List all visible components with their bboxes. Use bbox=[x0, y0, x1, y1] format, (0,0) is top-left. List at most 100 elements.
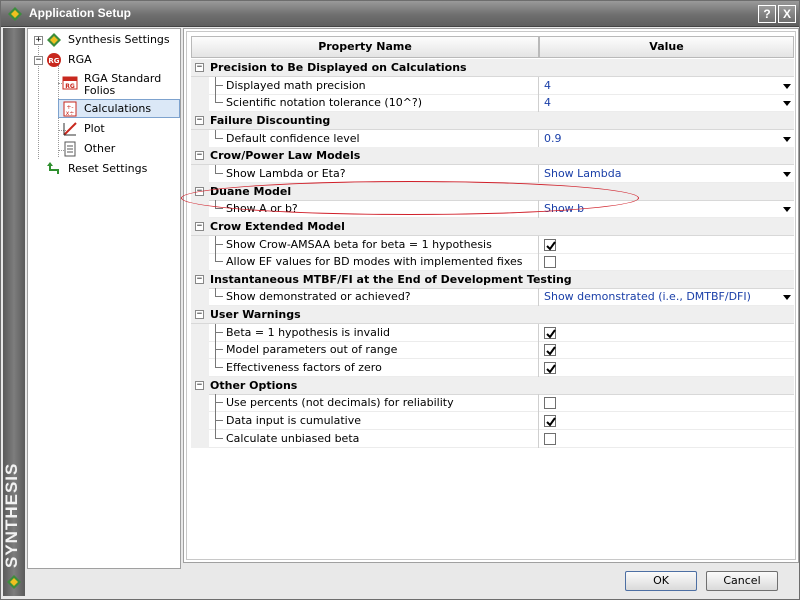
help-button[interactable]: ? bbox=[758, 5, 776, 23]
tree-item-label: Synthesis Settings bbox=[68, 33, 170, 46]
property-row[interactable]: Displayed math precision 4 bbox=[191, 76, 794, 95]
category-label: Crow Extended Model bbox=[210, 219, 345, 233]
property-row[interactable]: Calculate unbiased beta bbox=[191, 429, 794, 448]
collapse-icon[interactable]: − bbox=[195, 310, 204, 320]
property-name: Scientific notation tolerance (10^?) bbox=[226, 96, 423, 110]
svg-text:x÷: x÷ bbox=[66, 110, 75, 117]
property-row[interactable]: Model parameters out of range bbox=[191, 341, 794, 360]
dropdown-arrow-icon[interactable] bbox=[783, 207, 791, 213]
tree-item-label: Plot bbox=[84, 122, 105, 135]
checkbox-checked[interactable] bbox=[544, 415, 556, 427]
tree-item-label: Calculations bbox=[84, 102, 152, 115]
tree-item-label: Other bbox=[84, 142, 116, 155]
settings-tree: + Synthesis Settings − RG RGA RG RGA Sta… bbox=[27, 28, 181, 569]
property-value-select[interactable]: Show b bbox=[544, 202, 584, 215]
collapse-icon[interactable]: − bbox=[195, 380, 204, 390]
dropdown-arrow-icon[interactable] bbox=[783, 136, 791, 142]
checkmark-icon bbox=[546, 240, 556, 251]
category-row[interactable]: − Other Options bbox=[191, 376, 794, 395]
checkbox-checked[interactable] bbox=[544, 362, 556, 375]
dropdown-arrow-icon[interactable] bbox=[783, 295, 791, 301]
checkmark-icon bbox=[546, 346, 556, 356]
synthesis-logo-icon bbox=[47, 33, 61, 47]
category-row[interactable]: − Duane Model bbox=[191, 182, 794, 201]
category-row[interactable]: − Crow/Power Law Models bbox=[191, 147, 794, 166]
property-name: Displayed math precision bbox=[226, 78, 366, 92]
dropdown-arrow-icon[interactable] bbox=[783, 171, 791, 177]
tree-item-other[interactable]: Other bbox=[28, 140, 178, 158]
plot-icon bbox=[63, 122, 77, 136]
reset-icon bbox=[47, 162, 59, 174]
collapse-icon[interactable]: − bbox=[195, 151, 204, 161]
dropdown-arrow-icon[interactable] bbox=[783, 83, 791, 89]
property-value-select[interactable]: 0.9 bbox=[544, 132, 562, 145]
property-name: Use percents (not decimals) for reliabil… bbox=[226, 396, 454, 410]
expand-icon[interactable]: + bbox=[34, 36, 43, 45]
property-name: Calculate unbiased beta bbox=[226, 431, 360, 445]
property-row[interactable]: Show demonstrated or achieved? Show demon… bbox=[191, 288, 794, 307]
tree-item-reset-settings[interactable]: Reset Settings bbox=[28, 160, 178, 178]
checkmark-icon bbox=[546, 364, 556, 374]
collapse-icon[interactable]: − bbox=[34, 56, 43, 65]
property-row[interactable]: Scientific notation tolerance (10^?) 4 bbox=[191, 94, 794, 113]
property-row[interactable]: Show Lambda or Eta? Show Lambda bbox=[191, 164, 794, 183]
property-name: Show A or b? bbox=[226, 202, 298, 216]
property-name: Data input is cumulative bbox=[226, 414, 361, 427]
property-row[interactable]: Data input is cumulative bbox=[191, 412, 794, 430]
tree-item-plot[interactable]: Plot bbox=[28, 120, 178, 138]
tree-item-label-line2: Folios bbox=[84, 84, 116, 97]
checkmark-icon bbox=[546, 329, 556, 339]
property-row[interactable]: Default confidence level 0.9 bbox=[191, 129, 794, 148]
property-row[interactable]: Show Crow-AMSAA beta for beta = 1 hypoth… bbox=[191, 235, 794, 254]
checkbox-checked[interactable] bbox=[544, 326, 556, 339]
tree-item-rga[interactable]: − RG RGA bbox=[28, 51, 178, 69]
category-row[interactable]: − Instantaneous MTBF/FI at the End of Dev… bbox=[191, 270, 794, 289]
property-name: Allow EF values for BD modes with implem… bbox=[226, 255, 523, 269]
property-value-select[interactable]: 4 bbox=[544, 79, 551, 92]
category-label: Other Options bbox=[210, 378, 298, 392]
checkbox-unchecked[interactable] bbox=[544, 432, 556, 445]
tree-item-label: Reset Settings bbox=[68, 162, 148, 175]
collapse-icon[interactable]: − bbox=[195, 186, 204, 196]
collapse-icon[interactable]: − bbox=[195, 274, 204, 284]
ok-button[interactable]: OK bbox=[625, 571, 697, 591]
property-row[interactable]: Use percents (not decimals) for reliabil… bbox=[191, 394, 794, 413]
brand-wordmark: SYNTHESIS bbox=[2, 462, 21, 568]
property-name: Model parameters out of range bbox=[226, 343, 398, 357]
cancel-button[interactable]: Cancel bbox=[706, 571, 778, 591]
dropdown-arrow-icon[interactable] bbox=[783, 101, 791, 107]
checkbox-checked[interactable] bbox=[544, 238, 556, 251]
property-name: Show Crow-AMSAA beta for beta = 1 hypoth… bbox=[226, 237, 492, 251]
category-label: Instantaneous MTBF/FI at the End of Deve… bbox=[210, 272, 572, 286]
collapse-icon[interactable]: − bbox=[195, 63, 204, 72]
property-value-select[interactable]: 4 bbox=[544, 96, 551, 109]
checkbox-unchecked[interactable] bbox=[544, 397, 556, 410]
collapse-icon[interactable]: − bbox=[195, 115, 204, 125]
checkbox-unchecked[interactable] bbox=[544, 256, 556, 269]
svg-text:RG: RG bbox=[48, 57, 59, 65]
category-row[interactable]: − Failure Discounting bbox=[191, 111, 794, 130]
property-value-select[interactable]: Show demonstrated (i.e., DMTBF/DFI) bbox=[544, 290, 751, 303]
column-header-value[interactable]: Value bbox=[539, 36, 794, 58]
property-row[interactable]: Show A or b? Show b bbox=[191, 200, 794, 219]
close-button[interactable]: X bbox=[778, 5, 796, 23]
column-header-property-name[interactable]: Property Name bbox=[191, 36, 539, 58]
property-row[interactable]: Allow EF values for BD modes with implem… bbox=[191, 253, 794, 272]
checkmark-icon bbox=[546, 417, 556, 427]
checkbox-checked[interactable] bbox=[544, 344, 556, 357]
property-row[interactable]: Beta = 1 hypothesis is invalid bbox=[191, 323, 794, 342]
property-value-select[interactable]: Show Lambda bbox=[544, 167, 621, 180]
property-name: Show Lambda or Eta? bbox=[226, 166, 346, 180]
category-row[interactable]: − Crow Extended Model bbox=[191, 217, 794, 236]
collapse-icon[interactable]: − bbox=[195, 221, 204, 231]
tree-item-calculations[interactable]: +- x÷ Calculations bbox=[58, 99, 180, 118]
rga-icon: RG bbox=[47, 53, 61, 67]
document-icon bbox=[64, 141, 76, 157]
category-row[interactable]: − User Warnings bbox=[191, 306, 794, 325]
tree-item-rga-standard-folios[interactable]: RG RGA Standard Folios bbox=[28, 71, 178, 101]
tree-item-synthesis-settings[interactable]: + Synthesis Settings bbox=[28, 31, 178, 49]
property-row[interactable]: Effectiveness factors of zero bbox=[191, 359, 794, 378]
property-name: Effectiveness factors of zero bbox=[226, 361, 382, 375]
folio-icon: RG bbox=[62, 76, 78, 90]
category-row[interactable]: − Precision to Be Displayed on Calculatio… bbox=[191, 59, 794, 77]
